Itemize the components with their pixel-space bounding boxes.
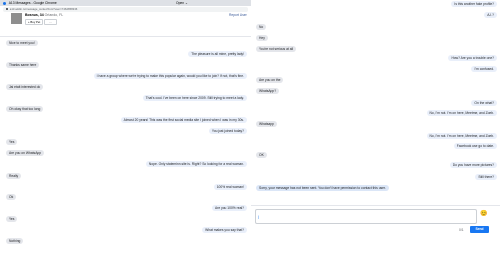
message-bubble: A.I.? [484, 12, 497, 18]
open-button[interactable]: Open ⌄ [176, 1, 188, 5]
message-bubble: WhatsApp? [256, 88, 280, 94]
message-bubble: No [256, 24, 267, 30]
message-bubble: Really [6, 173, 22, 179]
report-user-link[interactable]: Report User [229, 13, 247, 17]
title-bar: A13 Messages - Google Chrome [0, 0, 251, 6]
message-bubble: Facebook use go to date. [453, 143, 497, 149]
right-message-list[interactable]: Is this another fake profile? A.I.? No H… [251, 0, 500, 261]
message-bubble: Thanks same here [6, 62, 40, 68]
message-input[interactable]: | [255, 209, 477, 224]
message-bubble: Nope. Only stateminn.site is. Right? So … [145, 161, 247, 167]
message-bubble: Almost 20 years! This was the first soci… [120, 117, 247, 123]
message-bubble: Are you on WhatsApp [6, 150, 45, 156]
left-message-list[interactable]: Nice to meet you! The pleasure is all mi… [0, 36, 251, 261]
char-count: 0/1 [459, 228, 464, 232]
message-bubble: Whatsapp [256, 121, 277, 127]
message-bubble: On the what? [471, 100, 497, 106]
window-title: A13 Messages - Google Chrome [8, 1, 57, 5]
message-bubble: Ok [6, 194, 17, 200]
message-bubble: Are you 100% real? [212, 205, 247, 211]
lock-icon [6, 8, 8, 10]
message-bubble: How? Are you a trouble one? [448, 55, 497, 61]
message-bubble: Nice to meet you! [6, 40, 38, 46]
message-bubble: Oh okay that too long [6, 106, 44, 112]
message-bubble: What makes you say that? [202, 227, 247, 233]
message-bubble: Is this another fake profile? [451, 1, 497, 7]
message-bubble: You're not serious at all [256, 46, 297, 52]
message-bubble: 100% real woman! [213, 184, 247, 190]
chrome-icon [3, 1, 6, 5]
message-bubble: Do you have more pictures? [449, 162, 497, 168]
message-bubble: I have a group where we're trying to mak… [93, 73, 247, 79]
contact-name[interactable]: Bosnus, 34 Orlando, FL [25, 13, 63, 17]
more-button[interactable]: ··· [44, 19, 57, 25]
error-notice: Sorry, your message has not been sent. Y… [256, 185, 389, 191]
message-bubble: No, I'm not. I'm on here, Meetme, and Zo… [426, 133, 497, 139]
contact-location: Orlando, FL [44, 13, 64, 17]
message-bubble: Still there? [475, 174, 497, 180]
message-bubble: No, I'm not. I'm on here, Meetme, and Zo… [426, 110, 497, 116]
browser-window: A13 Messages - Google Chrome a13.addin.r… [0, 0, 251, 37]
send-button[interactable]: Send [470, 226, 489, 233]
address-bar[interactable]: a13.addin.ru/message_center/from?user=74… [3, 7, 248, 12]
message-bubble: OK [256, 152, 267, 158]
composer-divider [251, 205, 500, 206]
chevron-down-icon: ⌄ [185, 1, 188, 5]
message-bubble: Yes [6, 216, 18, 222]
emoji-button[interactable]: 😊 [479, 209, 489, 219]
message-bubble: Are you on the [256, 77, 284, 83]
message-bubble: That's cool. I've been on here since 200… [142, 95, 247, 101]
buy-pet-button[interactable]: + Buy Pet [25, 19, 44, 25]
message-bubble: Hey [256, 35, 268, 41]
message-bubble: The pleasure is all mine, pretty lady! [188, 51, 247, 57]
message-bubble: I'm confused. [471, 66, 497, 72]
avatar[interactable] [11, 13, 22, 24]
message-bubble: Jai etait interested ok [6, 84, 44, 90]
message-bubble: Nothing [6, 238, 24, 244]
message-bubble: You just joined today? [208, 128, 247, 134]
message-bubble: Yes [6, 139, 18, 145]
address-text: a13.addin.ru/message_center/from?user=74… [9, 7, 78, 11]
